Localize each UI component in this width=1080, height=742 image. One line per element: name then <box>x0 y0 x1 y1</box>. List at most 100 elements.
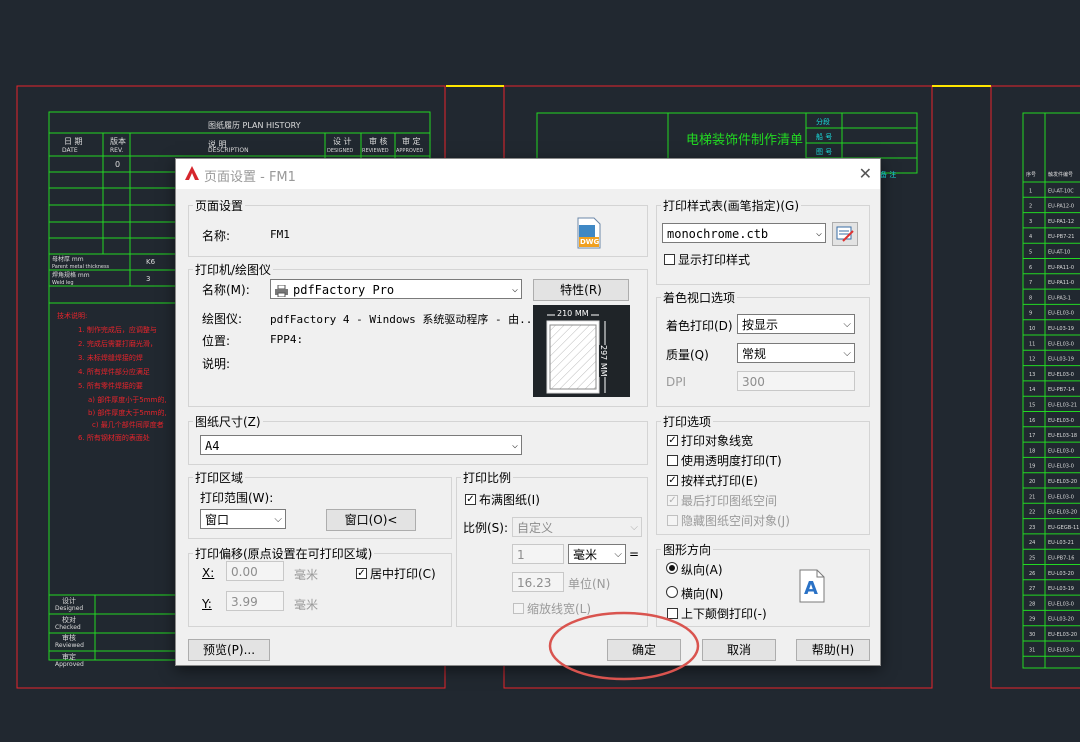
sheet3-row-code: EU-PB7-14 <box>1048 387 1074 393</box>
col-designed-en: DESIGNED <box>327 148 353 154</box>
sheet3-row-code: EU-EL03-21 <box>1048 403 1077 409</box>
paper-size-select[interactable]: A4 ⌵ <box>200 435 522 455</box>
dwg-icon-text: DWG <box>580 238 600 246</box>
scale-lineweights-checkbox[interactable] <box>513 603 524 614</box>
printer-name-select[interactable]: pdfFactory Pro ⌵ <box>270 279 522 299</box>
sheet3-row-number: 1 <box>1029 188 1032 194</box>
weld-label-en: Weld leg <box>52 280 74 286</box>
chevron-down-icon: ⌵ <box>511 284 518 295</box>
tech-note-2: 2. 完成后需要打磨光滑， <box>78 339 157 348</box>
tech-note-5b: b) 部件厚度大于5mm的, <box>88 408 167 417</box>
sheet3-row-number: 29 <box>1029 617 1035 623</box>
paper-size-group-label: 图纸尺寸(Z) <box>193 413 263 430</box>
plot-style-group-label: 打印样式表(画笔指定)(G) <box>661 197 802 214</box>
preview-button[interactable]: 预览(P)... <box>188 639 270 661</box>
landscape-radio[interactable] <box>666 586 678 598</box>
sheet3-row-code: EU-EL03-20 <box>1048 479 1077 485</box>
sheet3-row-number: 22 <box>1029 510 1035 516</box>
title-bar[interactable]: 页面设置 - FM1 ✕ <box>176 159 880 189</box>
col-desc-en: DESCRIPTION <box>208 147 249 154</box>
portrait-radio[interactable] <box>666 562 678 574</box>
shade-plot-label: 着色打印(D) <box>666 319 733 333</box>
printer-icon <box>275 283 288 298</box>
fit-to-paper-checkbox[interactable]: ✓ <box>465 494 476 505</box>
edit-plot-style-button[interactable] <box>832 222 858 246</box>
hide-paperspace-label: 隐藏图纸空间对象(J) <box>681 514 790 528</box>
chevron-down-icon: ⌵ <box>511 440 518 451</box>
sheet3-row-code: EU-EL03-0 <box>1048 418 1074 424</box>
cancel-button[interactable]: 取消 <box>702 639 776 661</box>
shade-plot-select[interactable]: 按显示 ⌵ <box>737 314 855 334</box>
plot-range-select[interactable]: 窗口 ⌵ <box>200 509 286 529</box>
autocad-logo-icon <box>185 166 199 180</box>
scale-numerator-input[interactable]: 1 <box>512 544 564 564</box>
offset-x-input[interactable]: 0.00 <box>226 561 284 581</box>
tech-note-3: 3. 未标焊缝焊接的焊 <box>78 353 143 362</box>
properties-button[interactable]: 特性(R) <box>533 279 629 301</box>
quality-label: 质量(Q) <box>666 348 709 362</box>
sheet3-row-number: 9 <box>1029 311 1032 317</box>
val-3: 3 <box>146 275 150 283</box>
sheet3-row-code: EU-PA11-0 <box>1048 280 1074 286</box>
tech-note-6: 6. 所有钢材面的表面处 <box>78 433 150 442</box>
plot-area-group-label: 打印区域 <box>193 469 246 486</box>
sheet3-row-number: 12 <box>1029 357 1035 363</box>
plot-transparency-checkbox[interactable] <box>667 455 678 466</box>
sheet3-row-code: EU-L03-19 <box>1048 586 1074 592</box>
sign-approved-en: Approved <box>55 661 84 668</box>
window-button[interactable]: 窗口(O)< <box>326 509 416 531</box>
sheet3-row-number: 26 <box>1029 571 1035 577</box>
sheet3-row-number: 8 <box>1029 295 1032 301</box>
quality-select[interactable]: 常规 ⌵ <box>737 343 855 363</box>
scale-unit-value: 毫米 <box>573 548 598 562</box>
sheet3-row-code: EU-L03-20 <box>1048 571 1074 577</box>
sheet3-row-number: 15 <box>1029 403 1035 409</box>
paperspace-last-checkbox[interactable]: ✓ <box>667 495 678 506</box>
tech-note-5c: c) 最几个部件同厚度者 <box>92 420 164 429</box>
ok-button[interactable]: 确定 <box>607 639 681 661</box>
plot-lineweights-label: 打印对象线宽 <box>681 434 754 448</box>
scale-unit-select[interactable]: 毫米 ⌵ <box>568 544 626 564</box>
center-plot-checkbox[interactable]: ✓ <box>356 568 367 579</box>
dialog-title: 页面设置 - FM1 <box>204 170 296 185</box>
sheet3-row-code: EU-AT-10C <box>1048 188 1074 194</box>
location-value: FPP4: <box>270 333 304 346</box>
plot-with-styles-checkbox[interactable]: ✓ <box>667 475 678 486</box>
sign-checked-en: Checked <box>55 624 81 631</box>
sheet3-row-code: EU-EL03-0 <box>1048 647 1074 653</box>
sheet3-row-code: EU-EL03-0 <box>1048 448 1074 454</box>
sheet3-row-code: EU-L03-20 <box>1048 617 1074 623</box>
sheet3-row-number: 24 <box>1029 540 1035 546</box>
printer-name-label: 名称(M): <box>202 283 250 297</box>
printer-name-value: pdfFactory Pro <box>293 283 395 297</box>
col-reviewed: 审 核 <box>369 136 388 146</box>
location-label: 位置: <box>202 334 231 348</box>
plot-range-label: 打印范围(W): <box>200 491 274 505</box>
scale-denominator-input[interactable]: 16.23 <box>512 572 564 592</box>
sign-reviewed: 审核 <box>62 633 76 642</box>
sheet3-row-code: EU-PA11-0 <box>1048 265 1074 271</box>
close-icon[interactable]: ✕ <box>859 164 872 183</box>
col-date: 日 期 <box>64 137 83 146</box>
printer-group-label: 打印机/绘图仪 <box>193 261 274 278</box>
center-plot-label: 居中打印(C) <box>370 567 436 581</box>
plot-style-value: monochrome.ctb <box>667 227 769 241</box>
upside-down-checkbox[interactable] <box>667 608 678 619</box>
sheet3-row-code: EU-EL03-0 <box>1048 601 1074 607</box>
sheet3-row-number: 6 <box>1029 265 1032 271</box>
scale-select[interactable]: 自定义 ⌵ <box>512 517 642 537</box>
thickness-label: 母材厚 mm <box>52 255 84 263</box>
plot-style-select[interactable]: monochrome.ctb ⌵ <box>662 223 826 243</box>
display-styles-label: 显示打印样式 <box>678 253 751 267</box>
offset-y-input[interactable]: 3.99 <box>226 591 284 611</box>
plot-lineweights-checkbox[interactable]: ✓ <box>667 435 678 446</box>
help-button[interactable]: 帮助(H) <box>796 639 870 661</box>
sheet3-row-code: EU-L03-21 <box>1048 540 1074 546</box>
tech-note-1: 1. 制作完成后，应调整与 <box>78 325 157 334</box>
display-styles-checkbox[interactable] <box>664 254 675 265</box>
sheet3-row-code: EU-EL03-0 <box>1048 494 1074 500</box>
sheet3-row-code: EU-PB7-21 <box>1048 234 1074 240</box>
hide-paperspace-checkbox[interactable] <box>667 515 678 526</box>
sheet3-row-number: 28 <box>1029 601 1035 607</box>
dpi-input[interactable]: 300 <box>737 371 855 391</box>
